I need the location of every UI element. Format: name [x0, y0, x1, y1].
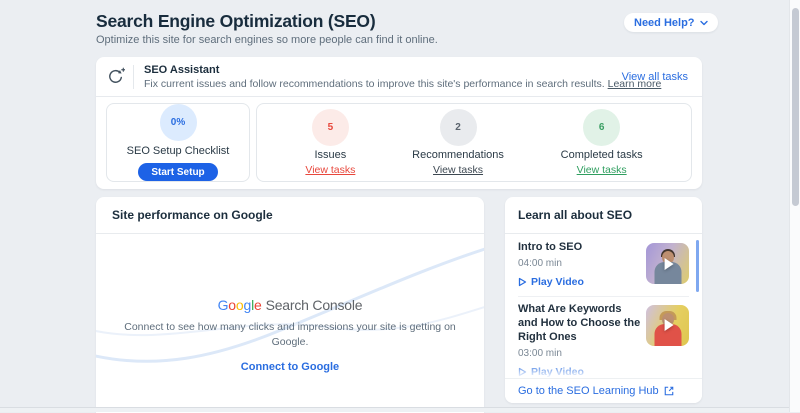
learn-title: Learn all about SEO: [505, 197, 702, 234]
play-video-label: Play Video: [531, 275, 584, 288]
video-item-keywords[interactable]: What Are Keywords and How to Choose the …: [518, 295, 689, 378]
need-help-label: Need Help?: [634, 16, 695, 29]
video-item-intro-to-seo[interactable]: Intro to SEO 04:00 min Play Video: [518, 235, 689, 296]
checklist-progress-badge: 0%: [159, 104, 197, 141]
video-title: Intro to SEO: [518, 241, 583, 253]
play-icon: [518, 277, 527, 287]
page-scrollbar-thumb[interactable]: [792, 8, 799, 206]
performance-body: Google Search Console Connect to see how …: [96, 235, 484, 413]
completed-stat: 6 Completed tasks View tasks: [561, 109, 643, 176]
checklist-label: SEO Setup Checklist: [126, 145, 230, 157]
assistant-title: SEO Assistant: [144, 63, 220, 76]
learn-seo-card: Learn all about SEO Intro to SEO 04:00 m…: [505, 197, 702, 403]
vertical-divider: [133, 64, 134, 89]
issues-view-tasks-link[interactable]: View tasks: [305, 164, 355, 176]
completed-count-badge: 6: [583, 109, 621, 146]
need-help-button[interactable]: Need Help?: [624, 13, 718, 32]
seo-assistant-icon: [109, 67, 125, 83]
performance-title: Site performance on Google: [96, 197, 484, 234]
logo-letter: o: [228, 297, 236, 313]
play-overlay-icon: [664, 319, 674, 332]
seo-learning-hub-link[interactable]: Go to the SEO Learning Hub: [505, 378, 702, 403]
video-duration: 04:00 min: [518, 257, 562, 269]
video-thumbnail[interactable]: [646, 243, 689, 284]
recommendations-view-tasks-link[interactable]: View tasks: [433, 164, 483, 176]
tasks-summary-card: 5 Issues View tasks 2 Recommendations Vi…: [256, 103, 692, 182]
seo-assistant-card: SEO Assistant Fix current issues and fol…: [96, 57, 702, 189]
logo-letter: G: [217, 297, 229, 313]
video-list-scrollbar-thumb[interactable]: [696, 240, 699, 292]
google-search-console-logo: Google Search Console: [96, 297, 484, 313]
connect-description: Connect to see how many clicks and impre…: [124, 321, 456, 349]
assistant-description-text: Fix current issues and follow recommenda…: [144, 77, 605, 90]
issues-label: Issues: [314, 149, 347, 161]
view-all-tasks-link[interactable]: View all tasks: [622, 71, 688, 83]
play-video-link[interactable]: Play Video: [518, 366, 644, 378]
logo-letter: g: [243, 297, 252, 313]
assistant-header: SEO Assistant Fix current issues and fol…: [96, 57, 702, 97]
start-setup-button[interactable]: Start Setup: [138, 163, 218, 181]
seo-setup-checklist-card: 0% SEO Setup Checklist Start Setup: [106, 103, 250, 182]
recommendations-count-badge: 2: [439, 109, 477, 146]
recommendations-label: Recommendations: [412, 149, 504, 161]
play-video-label: Play Video: [531, 365, 584, 378]
page-scrollbar[interactable]: [789, 0, 800, 412]
video-thumbnail[interactable]: [646, 304, 689, 346]
video-list: Intro to SEO 04:00 min Play Video What A…: [505, 235, 702, 378]
video-title: What Are Keywords and How to Choose the …: [518, 302, 641, 343]
page-title: Search Engine Optimization (SEO): [96, 11, 376, 31]
play-video-link[interactable]: Play Video: [518, 276, 644, 288]
connect-to-google-link[interactable]: Connect to Google: [241, 361, 339, 373]
completed-label: Completed tasks: [560, 149, 643, 161]
play-overlay-icon: [664, 257, 674, 270]
logo-letter: e: [253, 297, 262, 313]
assistant-stats-row: 0% SEO Setup Checklist Start Setup 5 Iss…: [106, 103, 692, 182]
site-performance-card: Site performance on Google Google Search …: [96, 197, 484, 413]
play-icon: [518, 367, 527, 377]
logo-product-name: Search Console: [265, 297, 363, 313]
assistant-description: Fix current issues and follow recommenda…: [144, 77, 661, 90]
video-duration: 03:00 min: [518, 347, 562, 359]
completed-view-tasks-link[interactable]: View tasks: [577, 164, 627, 176]
seo-learning-hub-label: Go to the SEO Learning Hub: [518, 385, 659, 397]
external-link-icon: [664, 386, 673, 396]
issues-count-badge: 5: [311, 109, 349, 146]
page-subtitle: Optimize this site for search engines so…: [96, 34, 438, 46]
recommendations-stat: 2 Recommendations View tasks: [412, 109, 504, 176]
issues-stat: 5 Issues View tasks: [305, 109, 355, 176]
chevron-down-icon: [699, 20, 708, 25]
window-bottom-edge: [0, 407, 789, 412]
